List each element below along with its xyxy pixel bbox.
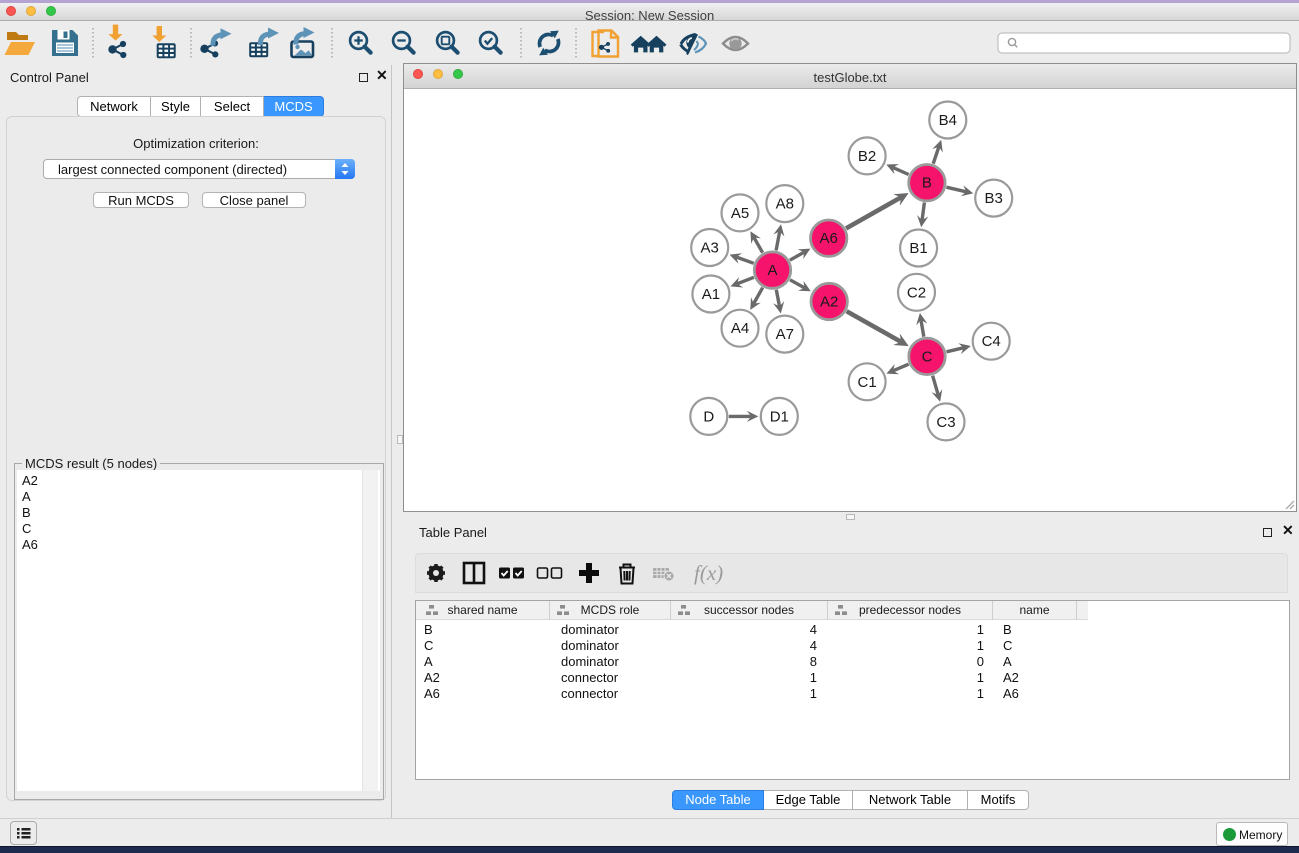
svg-text:A2: A2 <box>820 293 838 310</box>
svg-text:D: D <box>703 408 714 425</box>
svg-text:C4: C4 <box>982 333 1001 350</box>
svg-text:B4: B4 <box>939 112 957 129</box>
svg-text:A: A <box>767 262 777 279</box>
svg-text:B3: B3 <box>985 190 1003 207</box>
svg-text:C2: C2 <box>907 284 926 301</box>
svg-text:C1: C1 <box>858 373 877 390</box>
svg-text:A8: A8 <box>776 195 794 212</box>
svg-text:B: B <box>922 174 932 191</box>
svg-text:f(x): f(x) <box>694 561 723 585</box>
svg-text:A5: A5 <box>731 204 749 221</box>
svg-text:A1: A1 <box>702 286 720 303</box>
svg-text:D1: D1 <box>770 408 789 425</box>
svg-text:A7: A7 <box>776 326 794 343</box>
svg-text:B1: B1 <box>909 240 927 257</box>
svg-text:A3: A3 <box>701 239 719 256</box>
svg-text:C3: C3 <box>936 413 955 430</box>
svg-text:A4: A4 <box>731 320 749 337</box>
svg-text:C: C <box>922 348 933 365</box>
svg-text:B2: B2 <box>858 147 876 164</box>
svg-text:A6: A6 <box>820 230 838 247</box>
